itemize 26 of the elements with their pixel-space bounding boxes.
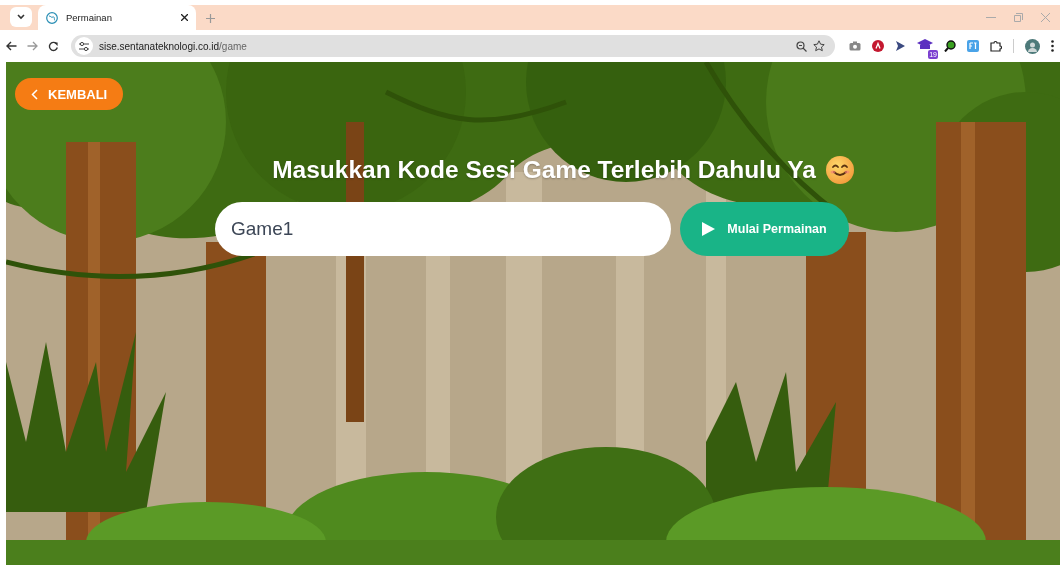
chevron-down-icon (17, 14, 25, 20)
cursor-arrow-icon[interactable] (895, 40, 906, 52)
magnifier-icon[interactable] (944, 40, 956, 52)
reload-icon[interactable] (48, 40, 59, 52)
letter-a-badge-icon[interactable] (872, 40, 884, 52)
chevron-left-icon (31, 88, 38, 100)
session-code-field[interactable]: Game1 (215, 202, 671, 256)
tab-search-button[interactable] (10, 7, 32, 27)
tab-title: Permainan (66, 12, 113, 23)
browser-tab[interactable]: Permainan (38, 5, 196, 30)
close-tab-icon[interactable] (181, 14, 188, 21)
profile-avatar-icon[interactable] (1025, 38, 1040, 54)
menu-icon[interactable] (1051, 40, 1054, 52)
smiling-face-icon (825, 156, 854, 184)
camera-icon[interactable] (849, 41, 861, 51)
zoom-icon[interactable] (796, 40, 807, 52)
site-settings-icon[interactable] (79, 41, 89, 51)
bookmark-star-icon[interactable] (813, 40, 825, 52)
back-arrow-icon[interactable] (6, 41, 17, 51)
globe-icon (46, 11, 58, 24)
page-heading: Masukkan Kode Sesi Game Terlebih Dahulu Ya (272, 156, 816, 184)
play-icon (702, 222, 716, 236)
letters-tile-icon[interactable] (967, 40, 979, 52)
graduation-cap-icon[interactable] (917, 38, 933, 52)
extensions-puzzle-icon[interactable] (990, 40, 1002, 52)
forward-arrow-icon[interactable] (27, 41, 38, 51)
